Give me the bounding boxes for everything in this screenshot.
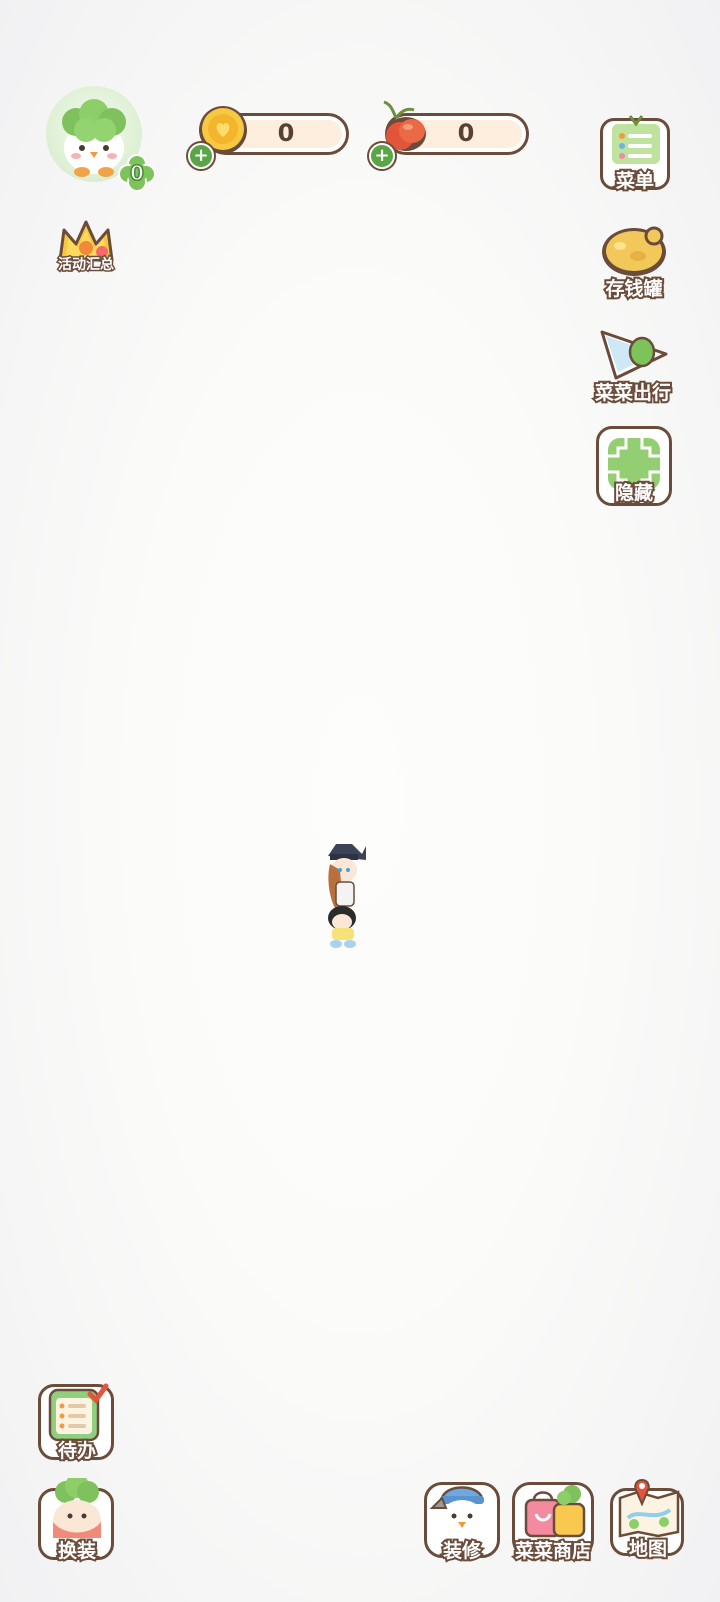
travel-button[interactable]: 菜菜出行 — [588, 322, 678, 406]
dress-up-sprout-icon — [53, 1478, 101, 1540]
menu-list-icon — [612, 115, 660, 164]
hide-label: 隐藏 — [613, 480, 655, 506]
checklist-icon — [48, 1383, 109, 1442]
decorate-duck-icon — [429, 1486, 484, 1536]
piggy-bank-label: 存钱罐 — [603, 276, 664, 302]
todo-label: 待办 — [56, 1438, 98, 1464]
todo-button[interactable]: 待办 — [36, 1378, 118, 1466]
menu-label: 菜单 — [614, 168, 656, 194]
dress-up-button[interactable]: 换装 — [36, 1478, 118, 1566]
hide-button[interactable]: 隐藏 — [594, 424, 674, 510]
dress-up-label: 换装 — [56, 1538, 98, 1564]
events-summary-label: 活动汇总 — [57, 256, 116, 275]
map-button[interactable]: 地图 — [606, 1474, 690, 1566]
shopping-bags-icon — [524, 1485, 586, 1538]
add-carrots-button[interactable]: + — [369, 143, 395, 169]
add-coins-button[interactable]: + — [188, 143, 214, 169]
events-summary-button[interactable]: 活动汇总 — [52, 214, 120, 280]
piggy-bank-button[interactable]: 存钱罐 — [594, 216, 674, 302]
character-sprite-icon — [328, 844, 366, 948]
decorate-button[interactable]: 装修 — [420, 1476, 504, 1566]
player-character[interactable] — [316, 840, 372, 952]
piggy-bank-icon — [602, 226, 666, 276]
level-badge: 0 — [118, 154, 156, 192]
shop-button[interactable]: 菜菜商店 — [508, 1476, 598, 1566]
menu-button[interactable]: 菜单 — [598, 110, 672, 194]
map-pin-icon — [618, 1478, 680, 1538]
travel-label: 菜菜出行 — [593, 380, 673, 406]
level-value: 0 — [129, 160, 144, 186]
paper-plane-icon — [600, 330, 668, 380]
shop-label: 菜菜商店 — [513, 1538, 593, 1564]
map-label: 地图 — [627, 1536, 669, 1562]
